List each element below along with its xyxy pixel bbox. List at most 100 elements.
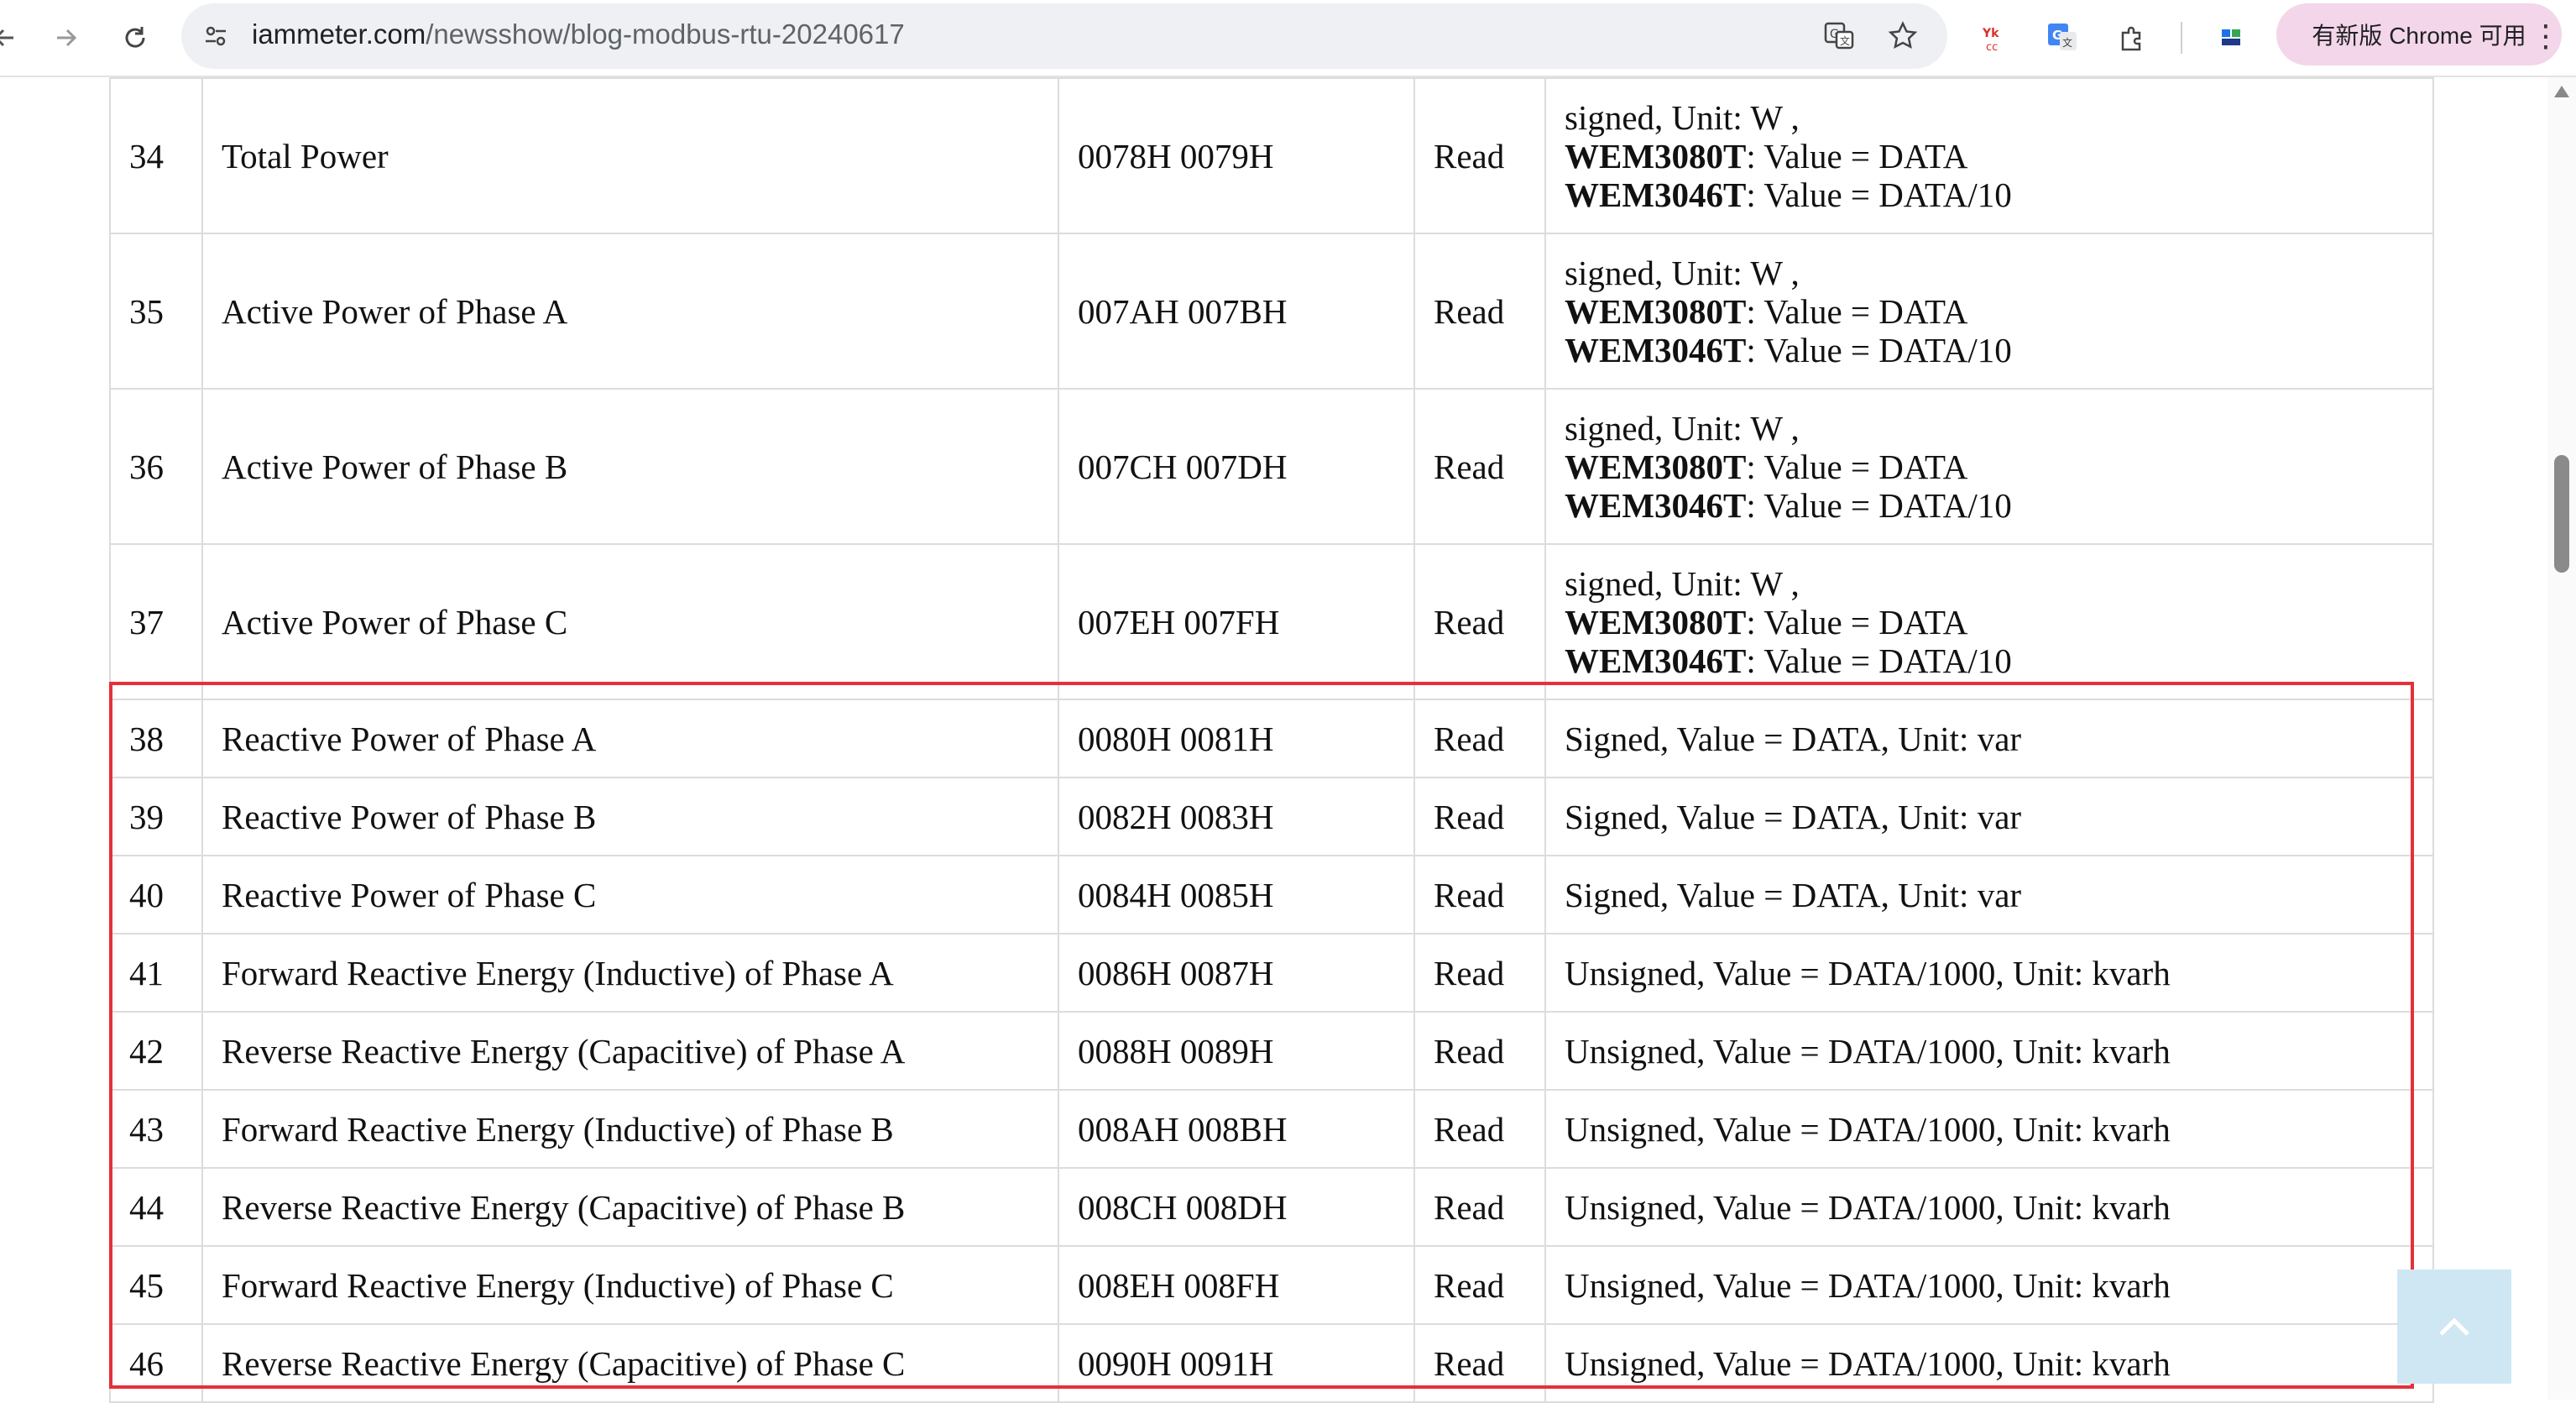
- register-description-cell: signed, Unit: W , WEM3080T: Value = DATA W…: [1544, 233, 2434, 390]
- scrollbar-thumb[interactable]: [2554, 455, 2569, 573]
- table-row: 45 Forward Reactive Energy (Inductive) of…: [109, 1245, 2434, 1325]
- register-number-cell: 45: [109, 1245, 203, 1325]
- model-name: WEM3080T: [1565, 136, 1747, 175]
- register-access-cell: Read: [1413, 388, 1546, 545]
- register-number-cell: 43: [109, 1089, 203, 1169]
- register-description-cell: Unsigned, Value = DATA/1000, Unit: kvarh: [1544, 1011, 2434, 1091]
- register-number-cell: 41: [109, 933, 203, 1013]
- register-address-cell: 0090H 0091H: [1058, 1323, 1415, 1403]
- chrome-update-label: 有新版 Chrome 可用: [2312, 23, 2526, 49]
- star-icon[interactable]: [1882, 15, 1924, 57]
- scrollbar[interactable]: [2547, 77, 2576, 1400]
- description-line: WEM3046T: Value = DATA/10: [1565, 175, 2414, 214]
- register-description-cell: Unsigned, Value = DATA/1000, Unit: kvarh: [1544, 933, 2434, 1013]
- model-formula: : Value = DATA: [1746, 602, 1968, 641]
- model-name: WEM3046T: [1565, 175, 1747, 214]
- model-name: WEM3046T: [1565, 485, 1747, 525]
- svg-text:Yk: Yk: [1982, 27, 1999, 40]
- register-address-cell: 007AH 007BH: [1058, 233, 1415, 390]
- puzzle-icon[interactable]: [2112, 17, 2154, 59]
- model-formula: : Value = DATA/10: [1746, 330, 2012, 369]
- model-formula: : Value = DATA/10: [1746, 175, 2012, 214]
- register-address-cell: 0086H 0087H: [1058, 933, 1415, 1013]
- google-translate-icon[interactable]: G文: [2041, 17, 2083, 59]
- register-number-cell: 40: [109, 855, 203, 934]
- register-name-cell: Reverse Reactive Energy (Capacitive) of …: [201, 1011, 1059, 1091]
- site-info-icon[interactable]: [195, 15, 237, 57]
- kebab-menu-icon[interactable]: ⋮: [2531, 18, 2561, 54]
- model-name: WEM3046T: [1565, 330, 1747, 369]
- register-access-cell: Read: [1413, 1323, 1546, 1403]
- table-row: 46 Reverse Reactive Energy (Capacitive) o…: [109, 1323, 2434, 1403]
- register-access-cell: Read: [1413, 1167, 1546, 1247]
- register-address-cell: 007EH 007FH: [1058, 543, 1415, 700]
- register-address-cell: 0084H 0085H: [1058, 855, 1415, 934]
- register-access-cell: Read: [1413, 543, 1546, 700]
- register-access-cell: Read: [1413, 77, 1546, 234]
- register-description-cell: signed, Unit: W , WEM3080T: Value = DATA W…: [1544, 77, 2434, 234]
- forward-arrow-icon[interactable]: [45, 17, 87, 59]
- register-name-cell: Active Power of Phase C: [201, 543, 1059, 700]
- register-access-cell: Read: [1413, 855, 1546, 934]
- description-line: WEM3046T: Value = DATA/10: [1565, 641, 2414, 680]
- table-row: 40 Reactive Power of Phase C 0084H 0085H Re…: [109, 855, 2434, 934]
- model-formula: : Value = DATA/10: [1746, 641, 2012, 680]
- register-name-cell: Active Power of Phase A: [201, 233, 1059, 390]
- description-line: signed, Unit: W ,: [1565, 253, 1800, 292]
- table-row: 39 Reactive Power of Phase B 0082H 0083H Re…: [109, 777, 2434, 856]
- table-row: 34 Total Power 0078H 0079H Read signed, Unit…: [109, 77, 2434, 234]
- register-number-cell: 34: [109, 77, 203, 234]
- url-text[interactable]: iammeter.com/newsshow/blog-modbus-rtu-20…: [252, 18, 905, 50]
- toolbar-divider: [2181, 22, 2182, 54]
- reload-icon[interactable]: [114, 17, 156, 59]
- description-line: WEM3080T: Value = DATA: [1565, 448, 2414, 486]
- register-name-cell: Reactive Power of Phase B: [201, 777, 1059, 856]
- register-table-container: 34 Total Power 0078H 0079H Read signed, Unit…: [109, 77, 2434, 1403]
- register-address-cell: 0088H 0089H: [1058, 1011, 1415, 1091]
- description-line: WEM3046T: Value = DATA/10: [1565, 486, 2414, 525]
- register-description-cell: Signed, Value = DATA, Unit: var: [1544, 699, 2434, 778]
- register-name-cell: Total Power: [201, 77, 1059, 234]
- register-access-cell: Read: [1413, 1011, 1546, 1091]
- extension-icon[interactable]: Yk cc: [1974, 17, 2016, 59]
- register-number-cell: 39: [109, 777, 203, 856]
- table-row: 37 Active Power of Phase C 007EH 007FH Read…: [109, 543, 2434, 700]
- register-address-cell: 0082H 0083H: [1058, 777, 1415, 856]
- register-address-cell: 0078H 0079H: [1058, 77, 1415, 234]
- register-name-cell: Active Power of Phase B: [201, 388, 1059, 545]
- url-domain: iammeter.com: [252, 18, 426, 50]
- register-access-cell: Read: [1413, 699, 1546, 778]
- model-formula: : Value = DATA: [1746, 291, 1968, 331]
- register-name-cell: Forward Reactive Energy (Inductive) of P…: [201, 933, 1059, 1013]
- translate-icon[interactable]: G文: [1818, 15, 1860, 57]
- register-name-cell: Reverse Reactive Energy (Capacitive) of …: [201, 1167, 1059, 1247]
- description-line: WEM3046T: Value = DATA/10: [1565, 331, 2414, 369]
- register-number-cell: 46: [109, 1323, 203, 1403]
- back-to-top-button[interactable]: [2397, 1270, 2511, 1384]
- svg-text:文: 文: [1840, 34, 1850, 47]
- chevron-up-icon: [2439, 1317, 2469, 1336]
- description-line: signed, Unit: W ,: [1565, 563, 1800, 603]
- scroll-up-arrow-icon[interactable]: [2554, 86, 2569, 97]
- model-name: WEM3080T: [1565, 291, 1747, 331]
- svg-text:文: 文: [2062, 36, 2072, 49]
- chrome-update-button[interactable]: 有新版 Chrome 可用: [2276, 3, 2562, 65]
- register-address-cell: 008EH 008FH: [1058, 1245, 1415, 1325]
- description-line: WEM3080T: Value = DATA: [1565, 137, 2414, 175]
- register-number-cell: 35: [109, 233, 203, 390]
- register-description-cell: signed, Unit: W , WEM3080T: Value = DATA W…: [1544, 388, 2434, 545]
- table-row: 43 Forward Reactive Energy (Inductive) of…: [109, 1089, 2434, 1169]
- register-description-cell: Unsigned, Value = DATA/1000, Unit: kvarh: [1544, 1167, 2434, 1247]
- register-description-cell: Unsigned, Value = DATA/1000, Unit: kvarh: [1544, 1245, 2434, 1325]
- address-bar[interactable]: iammeter.com/newsshow/blog-modbus-rtu-20…: [181, 3, 1947, 69]
- register-address-cell: 008CH 008DH: [1058, 1167, 1415, 1247]
- register-number-cell: 36: [109, 388, 203, 545]
- url-path: /newsshow/blog-modbus-rtu-20240617: [426, 18, 905, 50]
- register-description-cell: Unsigned, Value = DATA/1000, Unit: kvarh: [1544, 1323, 2434, 1403]
- model-name: WEM3080T: [1565, 447, 1747, 486]
- model-name: WEM3046T: [1565, 641, 1747, 680]
- description-line: WEM3080T: Value = DATA: [1565, 603, 2414, 641]
- extension-icon[interactable]: [2211, 17, 2253, 59]
- back-arrow-icon[interactable]: [0, 17, 25, 59]
- register-access-cell: Read: [1413, 1245, 1546, 1325]
